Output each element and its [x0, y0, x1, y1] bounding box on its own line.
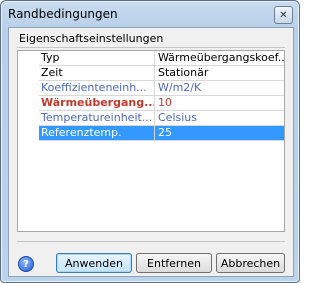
cancel-button[interactable]: Abbrechen	[216, 253, 285, 273]
row-gutter	[18, 66, 38, 81]
row-gutter	[18, 81, 38, 96]
group-label: Eigenschaftseinstellungen	[19, 32, 164, 45]
property-value[interactable]: Wärmeübergangskoef...	[155, 51, 284, 66]
property-name: Typ	[39, 51, 155, 66]
dialog-client-area: Eigenschaftseinstellungen Typ Wärmeüberg…	[8, 27, 294, 277]
window-title: Randbedingungen	[8, 7, 118, 21]
property-name: Zeit	[39, 66, 155, 81]
row-gutter	[18, 51, 38, 66]
title-bar[interactable]: Randbedingungen ✕	[1, 1, 299, 27]
property-name: Referenztemp.	[39, 126, 155, 141]
help-button[interactable]: ?	[18, 256, 34, 272]
property-row-waermeuebergang[interactable]: Wärmeübergang... 10	[18, 96, 284, 111]
help-icon: ?	[23, 258, 29, 270]
property-grid: Typ Wärmeübergangskoef... Zeit Stationär…	[17, 50, 285, 232]
button-divider	[17, 241, 285, 242]
property-row-referenztemp[interactable]: Referenztemp. 25	[18, 126, 284, 141]
property-value[interactable]: 10	[155, 96, 284, 111]
close-icon: ✕	[279, 9, 288, 21]
property-row-temperatureinheit[interactable]: Temperatureinheit... Celsius	[18, 111, 284, 126]
group-divider	[17, 47, 285, 48]
close-button[interactable]: ✕	[274, 6, 293, 24]
property-value[interactable]: Celsius	[155, 111, 284, 126]
property-value[interactable]: Stationär	[155, 66, 284, 81]
dialog-window: Randbedingungen ✕ Eigenschaftseinstellun…	[0, 0, 300, 283]
row-gutter	[18, 111, 38, 126]
remove-button[interactable]: Entfernen	[136, 253, 212, 273]
row-gutter	[18, 126, 38, 141]
property-name: Temperatureinheit...	[39, 111, 155, 126]
property-row-koeffizienteneinheit[interactable]: Koeffizienteneinh... W/m2/K	[18, 81, 284, 96]
property-value[interactable]: W/m2/K	[155, 81, 284, 96]
property-name: Wärmeübergang...	[39, 96, 155, 111]
row-gutter	[18, 96, 38, 111]
property-name: Koeffizienteneinh...	[39, 81, 155, 96]
property-value[interactable]: 25	[155, 126, 284, 141]
property-row-zeit[interactable]: Zeit Stationär	[18, 66, 284, 81]
property-row-typ[interactable]: Typ Wärmeübergangskoef...	[18, 51, 284, 66]
apply-button[interactable]: Anwenden	[56, 253, 132, 273]
